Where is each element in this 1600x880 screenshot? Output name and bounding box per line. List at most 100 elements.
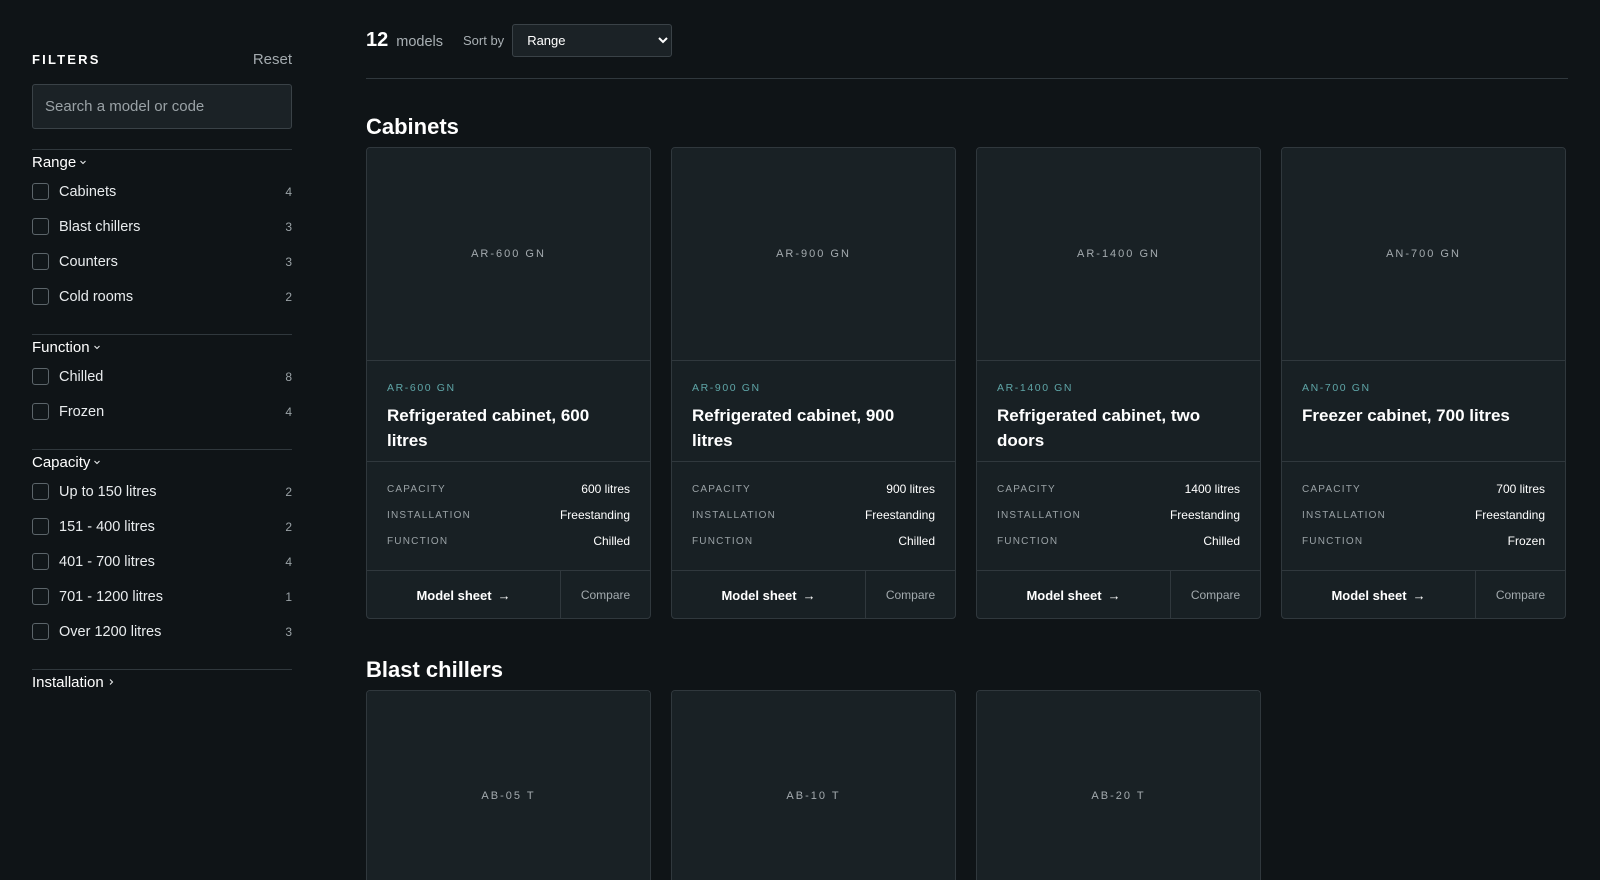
product-sections: Cabinets AR-600 GN AR-600 GN Refrigerated c… xyxy=(366,112,1568,880)
filter-option[interactable]: Chilled 8 xyxy=(32,359,292,394)
product-image-placeholder[interactable]: AB-20 T xyxy=(977,691,1260,880)
filter-checkbox[interactable] xyxy=(32,483,49,500)
spec-row: INSTALLATION Freestanding xyxy=(997,502,1240,528)
sort-select[interactable]: Range xyxy=(512,23,673,57)
filter-group-label: Range xyxy=(32,153,77,171)
filter-group-range: Range Cabinets 4 Blast chillers 3 Counters 3 Co… xyxy=(32,149,292,314)
compare-button[interactable]: Compare xyxy=(561,571,650,618)
filter-option[interactable]: Blast chillers 3 xyxy=(32,209,292,244)
product-info: AR-600 GN Refrigerated cabinet, 600 litre… xyxy=(367,361,650,462)
product-code: AR-900 GN xyxy=(692,382,761,394)
compare-button[interactable]: Compare xyxy=(1171,571,1260,618)
filter-option[interactable]: Counters 3 xyxy=(32,244,292,279)
product-image-placeholder[interactable]: AN-700 GN xyxy=(1282,148,1565,361)
model-sheet-button[interactable]: Model sheet → xyxy=(672,571,866,618)
product-image-placeholder[interactable]: AR-1400 GN xyxy=(977,148,1260,361)
model-sheet-button[interactable]: Model sheet → xyxy=(1282,571,1476,618)
filter-checkbox[interactable] xyxy=(32,183,49,200)
filter-group-toggle-function[interactable]: Function xyxy=(32,336,292,358)
filter-option[interactable]: Cabinets 4 xyxy=(32,174,292,209)
product-name[interactable]: Freezer cabinet, 700 litres xyxy=(1302,403,1545,428)
product-code: AR-1400 GN xyxy=(997,382,1074,394)
filter-option[interactable]: Cold rooms 2 xyxy=(32,279,292,314)
spec-row: CAPACITY 700 litres xyxy=(1302,476,1545,502)
spec-row: CAPACITY 900 litres xyxy=(692,476,935,502)
product-name[interactable]: Refrigerated cabinet, 900 litres xyxy=(692,403,935,453)
filter-option[interactable]: 401 - 700 litres 4 xyxy=(32,544,292,579)
filter-group-toggle-range[interactable]: Range xyxy=(32,151,292,173)
filter-option[interactable]: Up to 150 litres 2 xyxy=(32,474,292,509)
compare-button[interactable]: Compare xyxy=(1476,571,1565,618)
chevron-down-icon xyxy=(80,160,87,165)
product-info: AN-700 GN Freezer cabinet, 700 litres xyxy=(1282,361,1565,462)
product-card: AB-10 T xyxy=(671,690,956,880)
product-specs: CAPACITY 600 litres INSTALLATION Freestandi… xyxy=(367,462,650,571)
model-sheet-label: Model sheet xyxy=(416,587,492,603)
filter-option-count: 1 xyxy=(285,589,292,604)
search-input[interactable] xyxy=(32,84,292,129)
product-name[interactable]: Refrigerated cabinet, 600 litres xyxy=(387,403,630,453)
filter-checkbox[interactable] xyxy=(32,288,49,305)
filter-group-installation: Installation xyxy=(32,669,292,693)
spec-key: CAPACITY xyxy=(997,483,1056,495)
filter-checkbox[interactable] xyxy=(32,553,49,570)
chevron-down-icon xyxy=(93,345,100,350)
compare-button[interactable]: Compare xyxy=(866,571,955,618)
filter-option-label: Blast chillers xyxy=(59,218,141,235)
product-specs: CAPACITY 900 litres INSTALLATION Freestandi… xyxy=(672,462,955,571)
spec-row: INSTALLATION Freestanding xyxy=(1302,502,1545,528)
filter-checkbox[interactable] xyxy=(32,218,49,235)
filter-checkbox[interactable] xyxy=(32,368,49,385)
spec-key: INSTALLATION xyxy=(387,509,472,521)
filter-checkbox[interactable] xyxy=(32,623,49,640)
reset-filters-link[interactable]: Reset xyxy=(253,51,292,68)
model-sheet-button[interactable]: Model sheet → xyxy=(367,571,561,618)
spec-value: Freestanding xyxy=(864,508,935,522)
spec-key: CAPACITY xyxy=(692,483,751,495)
model-sheet-label: Model sheet xyxy=(1026,587,1102,603)
model-sheet-button[interactable]: Model sheet → xyxy=(977,571,1171,618)
filter-checkbox[interactable] xyxy=(32,518,49,535)
spec-value: Chilled xyxy=(898,534,935,548)
product-info: AR-900 GN Refrigerated cabinet, 900 litre… xyxy=(672,361,955,462)
spec-value: 600 litres xyxy=(581,482,630,496)
filter-option-label: Over 1200 litres xyxy=(59,623,162,640)
product-image-placeholder[interactable]: AB-10 T xyxy=(672,691,955,880)
spec-key: INSTALLATION xyxy=(997,509,1082,521)
filter-option[interactable]: 701 - 1200 litres 1 xyxy=(32,579,292,614)
filter-group-label: Installation xyxy=(32,673,104,691)
product-card: AB-05 T xyxy=(366,690,651,880)
product-name[interactable]: Refrigerated cabinet, two doors xyxy=(997,403,1240,453)
product-grid: AB-05 T AB-10 T AB-20 T xyxy=(366,690,1568,880)
filters-title: FILTERS xyxy=(32,51,101,67)
product-specs: CAPACITY 700 litres INSTALLATION Freestandi… xyxy=(1282,462,1565,571)
filter-checkbox[interactable] xyxy=(32,403,49,420)
sort-label: Sort by xyxy=(463,32,505,48)
filter-checkbox[interactable] xyxy=(32,253,49,270)
filter-option[interactable]: Over 1200 litres 3 xyxy=(32,614,292,649)
product-image-placeholder[interactable]: AR-900 GN xyxy=(672,148,955,361)
product-image-placeholder[interactable]: AB-05 T xyxy=(367,691,650,880)
filter-group-toggle-capacity[interactable]: Capacity xyxy=(32,451,292,473)
spec-key: INSTALLATION xyxy=(692,509,777,521)
arrow-right-icon: → xyxy=(1412,587,1426,603)
filter-option[interactable]: Frozen 4 xyxy=(32,394,292,429)
product-code: AR-600 GN xyxy=(387,382,456,394)
product-image-placeholder[interactable]: AR-600 GN xyxy=(367,148,650,361)
spec-row: CAPACITY 600 litres xyxy=(387,476,630,502)
filter-group-capacity: Capacity Up to 150 litres 2 151 - 400 litre… xyxy=(32,449,292,649)
filter-checkbox[interactable] xyxy=(32,588,49,605)
section-title: Blast chillers xyxy=(366,657,503,682)
filters-sidebar: FILTERS Reset Range Cabinets 4 Blast chille… xyxy=(32,44,292,693)
filter-group-toggle-installation[interactable]: Installation xyxy=(32,671,292,693)
card-actions: Model sheet → Compare xyxy=(672,571,955,618)
filter-option-label: Cold rooms xyxy=(59,288,134,305)
model-sheet-label: Model sheet xyxy=(721,587,797,603)
filter-option-label: Up to 150 litres xyxy=(59,483,157,500)
filter-option-label: 701 - 1200 litres xyxy=(59,588,163,605)
filter-option[interactable]: 151 - 400 litres 2 xyxy=(32,509,292,544)
filter-option-count: 2 xyxy=(285,484,292,499)
filter-option-count: 4 xyxy=(285,404,292,419)
filter-option-label: Frozen xyxy=(59,403,105,420)
spec-row: CAPACITY 1400 litres xyxy=(997,476,1240,502)
